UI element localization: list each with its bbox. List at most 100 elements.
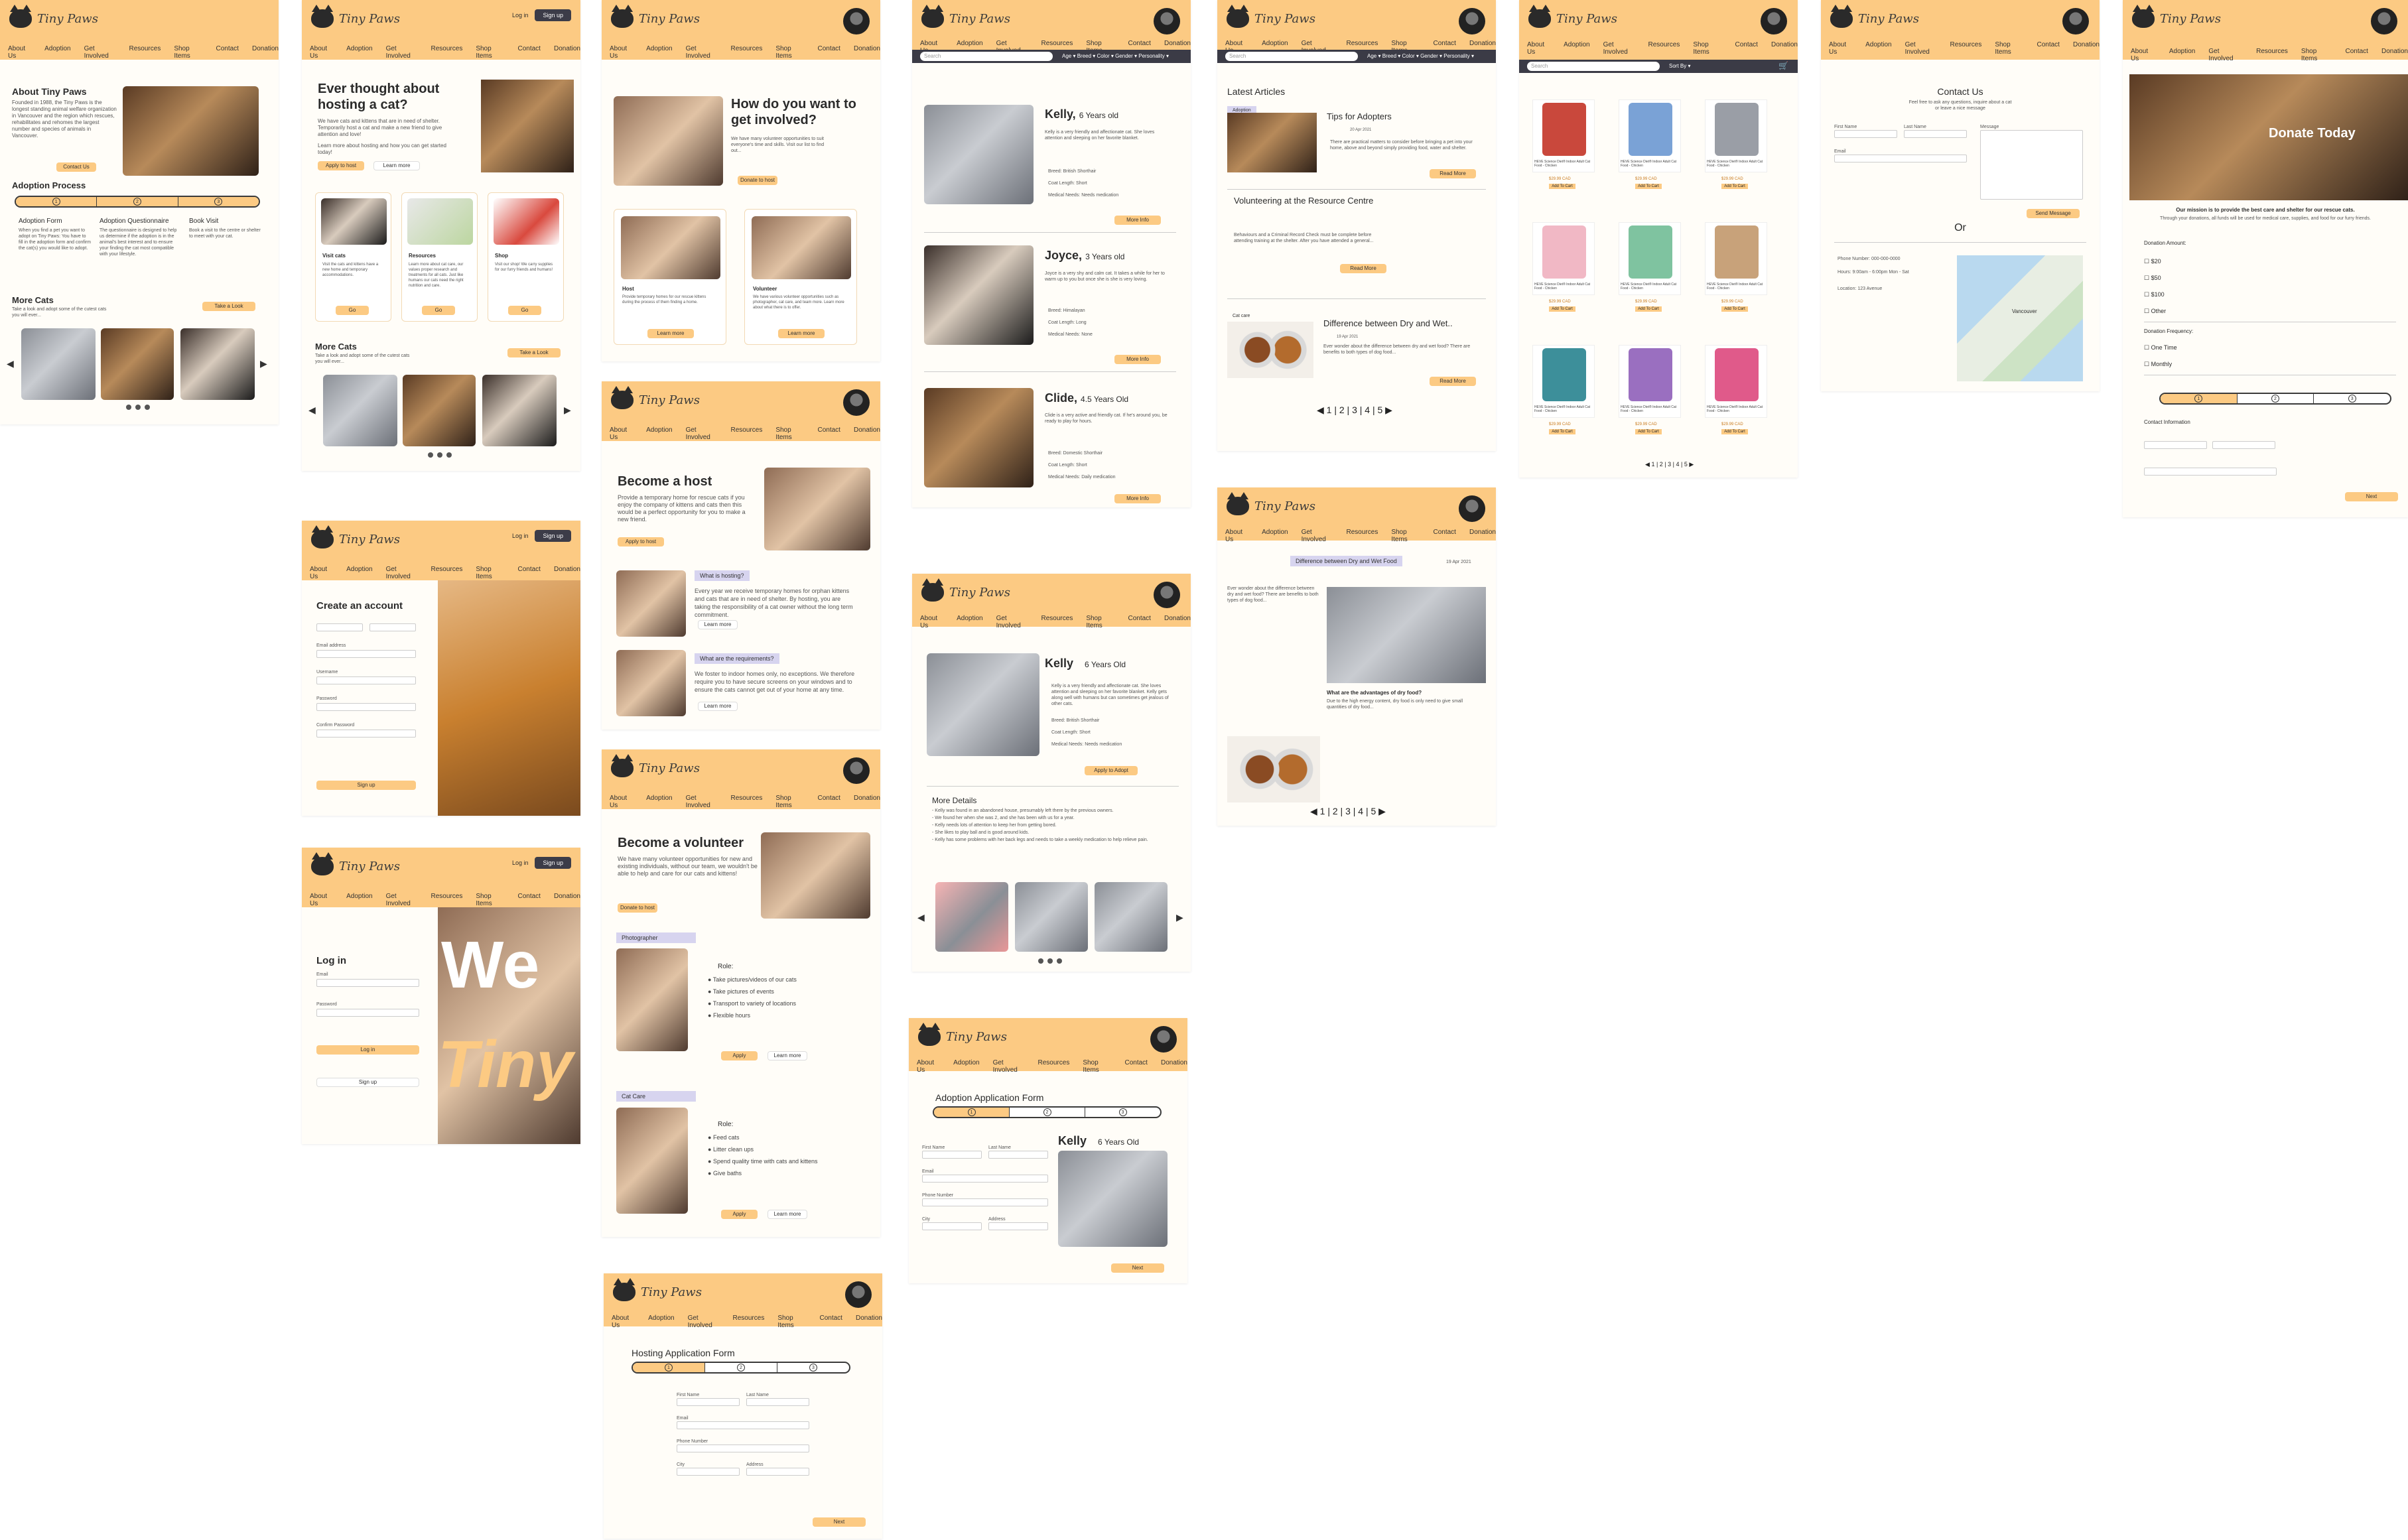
nav-donation[interactable]: Donation — [1469, 529, 1496, 543]
joyce-more-info[interactable]: More Info — [1114, 355, 1161, 364]
nav-contact[interactable]: Contact — [1125, 1059, 1148, 1074]
search-input[interactable]: Search — [920, 52, 1053, 61]
nav-adoption[interactable]: Adoption — [1865, 41, 1891, 56]
search-input[interactable]: Search — [1225, 52, 1358, 61]
email-field[interactable] — [2144, 468, 2277, 476]
card-volunteer[interactable]: Volunteer We have various volunteer oppo… — [744, 209, 857, 345]
nav-involved[interactable]: Get Involved — [686, 795, 718, 809]
nav-donation[interactable]: Donation — [252, 45, 279, 60]
login-submit-button[interactable]: Log in — [316, 1045, 419, 1055]
add-to-cart-button[interactable]: Add To Cart — [1721, 306, 1748, 312]
card-resources-go[interactable]: Go — [422, 306, 455, 315]
address-field[interactable] — [988, 1222, 1048, 1230]
page-numbers[interactable]: 1 | 2 | 3 | 4 | 5 — [1651, 461, 1687, 468]
clide-more-info[interactable]: More Info — [1114, 494, 1161, 503]
logo[interactable]: Tiny Paws — [611, 5, 700, 28]
nav-contact[interactable]: Contact — [518, 566, 541, 580]
email-field[interactable] — [316, 650, 416, 658]
login-link[interactable]: Log in — [512, 860, 529, 866]
care-apply-button[interactable]: Apply — [721, 1210, 758, 1219]
login-link[interactable]: Log in — [512, 533, 529, 539]
carousel-cat-3[interactable] — [180, 328, 255, 400]
nav-involved[interactable]: Get Involved — [386, 45, 418, 60]
carousel-prev-icon[interactable]: ◀ — [917, 912, 925, 923]
nav-contact[interactable]: Contact — [518, 45, 541, 60]
logo[interactable]: Tiny Paws — [1528, 5, 1617, 28]
carousel-prev-icon[interactable]: ◀ — [7, 358, 14, 369]
product-card[interactable]: HEVE Science Diet® Indoor Adult Cat Food… — [1705, 222, 1767, 312]
nav-shop[interactable]: Shop Items — [777, 1315, 806, 1329]
carousel-next-icon[interactable]: ▶ — [564, 405, 571, 416]
apply-host-button[interactable]: Apply to host — [618, 537, 664, 546]
nav-contact[interactable]: Contact — [1434, 529, 1456, 543]
article3-title[interactable]: Difference between Dry and Wet.. — [1323, 318, 1453, 328]
nav-adoption[interactable]: Adoption — [953, 1059, 979, 1074]
nav-donation[interactable]: Donation — [1164, 615, 1191, 629]
gallery-3[interactable] — [1095, 882, 1168, 952]
nav-adoption[interactable]: Adoption — [44, 45, 70, 60]
prev-page-icon[interactable]: ◀ — [1317, 405, 1324, 415]
nav-resources[interactable]: Resources — [129, 45, 161, 60]
kelly-image[interactable] — [924, 105, 1034, 204]
nav-contact[interactable]: Contact — [818, 45, 840, 60]
nav-shop[interactable]: Shop Items — [775, 426, 804, 441]
care-learn-button[interactable]: Learn more — [768, 1210, 807, 1219]
page-numbers[interactable]: 1 | 2 | 3 | 4 | 5 — [1320, 806, 1376, 816]
nav-involved[interactable]: Get Involved — [1302, 529, 1333, 543]
carousel-dots[interactable] — [126, 405, 150, 410]
logo[interactable]: Tiny Paws — [311, 852, 400, 875]
avatar[interactable] — [845, 1281, 872, 1308]
nav-donation[interactable]: Donation — [554, 566, 580, 580]
last-field[interactable] — [746, 1398, 809, 1406]
card-shop-go[interactable]: Go — [508, 306, 541, 315]
nav-shop[interactable]: Shop Items — [1083, 1059, 1111, 1074]
gallery-1[interactable] — [935, 882, 1008, 952]
nav-donation[interactable]: Donation — [854, 45, 880, 60]
avatar[interactable] — [843, 389, 870, 416]
product-card[interactable]: HEVE Science Diet® Indoor Adult Cat Food… — [1619, 345, 1681, 434]
last-field[interactable] — [1904, 130, 1967, 138]
freq-one-time[interactable]: ☐ One Time — [2144, 340, 2177, 356]
signup-alt-button[interactable]: Sign up — [316, 1078, 419, 1087]
nav-about[interactable]: About Us — [917, 1059, 940, 1074]
signup-button[interactable]: Sign up — [535, 530, 571, 542]
avatar[interactable] — [1459, 8, 1485, 34]
add-to-cart-button[interactable]: Add To Cart — [1635, 306, 1662, 312]
add-to-cart-button[interactable]: Add To Cart — [1635, 184, 1662, 189]
nav-contact[interactable]: Contact — [2346, 48, 2368, 62]
password-field[interactable] — [316, 703, 416, 711]
last-field[interactable] — [2212, 441, 2275, 449]
amount-100[interactable]: ☐ $100 — [2144, 287, 2166, 303]
avatar[interactable] — [1761, 8, 1787, 34]
avatar[interactable] — [1154, 582, 1180, 608]
search-filters[interactable]: Age ▾ Breed ▾ Color ▾ Gender ▾ Personali… — [1367, 53, 1474, 59]
login-link[interactable]: Log in — [512, 12, 529, 19]
article1-image[interactable] — [1227, 113, 1317, 172]
pagination[interactable]: ◀ 1 | 2 | 3 | 4 | 5 ▶ — [1310, 806, 1386, 817]
logo[interactable]: Tiny Paws — [921, 5, 1010, 28]
apply-adopt-button[interactable]: Apply to Adopt — [1085, 766, 1138, 775]
search-filters[interactable]: Age ▾ Breed ▾ Color ▾ Gender ▾ Personali… — [1062, 53, 1169, 59]
avatar[interactable] — [843, 8, 870, 34]
logo[interactable]: Tiny Paws — [1227, 492, 1315, 515]
next-page-icon[interactable]: ▶ — [1378, 806, 1386, 816]
password-field[interactable] — [316, 1009, 419, 1017]
logo[interactable]: Tiny Paws — [611, 386, 700, 409]
gallery-2[interactable] — [1015, 882, 1088, 952]
nav-about[interactable]: About Us — [310, 893, 333, 907]
nav-resources[interactable]: Resources — [431, 566, 463, 580]
nav-resources[interactable]: Resources — [731, 45, 763, 60]
address-field[interactable] — [746, 1468, 809, 1476]
nav-shop[interactable]: Shop Items — [1086, 615, 1114, 629]
first-field[interactable] — [1834, 130, 1897, 138]
product-card[interactable]: HEVE Science Diet® Indoor Adult Cat Food… — [1705, 345, 1767, 434]
pagination[interactable]: ◀ 1 | 2 | 3 | 4 | 5 ▶ — [1317, 405, 1392, 416]
article2-read[interactable]: Read More — [1340, 264, 1386, 273]
add-to-cart-button[interactable]: Add To Cart — [1549, 184, 1575, 189]
nav-adoption[interactable]: Adoption — [1564, 41, 1589, 56]
logo[interactable]: Tiny Paws — [1227, 5, 1315, 28]
product-card[interactable]: HEVE Science Diet® Indoor Adult Cat Food… — [1532, 222, 1595, 312]
city-field[interactable] — [677, 1468, 740, 1476]
avatar[interactable] — [1459, 495, 1485, 522]
nav-involved[interactable]: Get Involved — [84, 45, 116, 60]
